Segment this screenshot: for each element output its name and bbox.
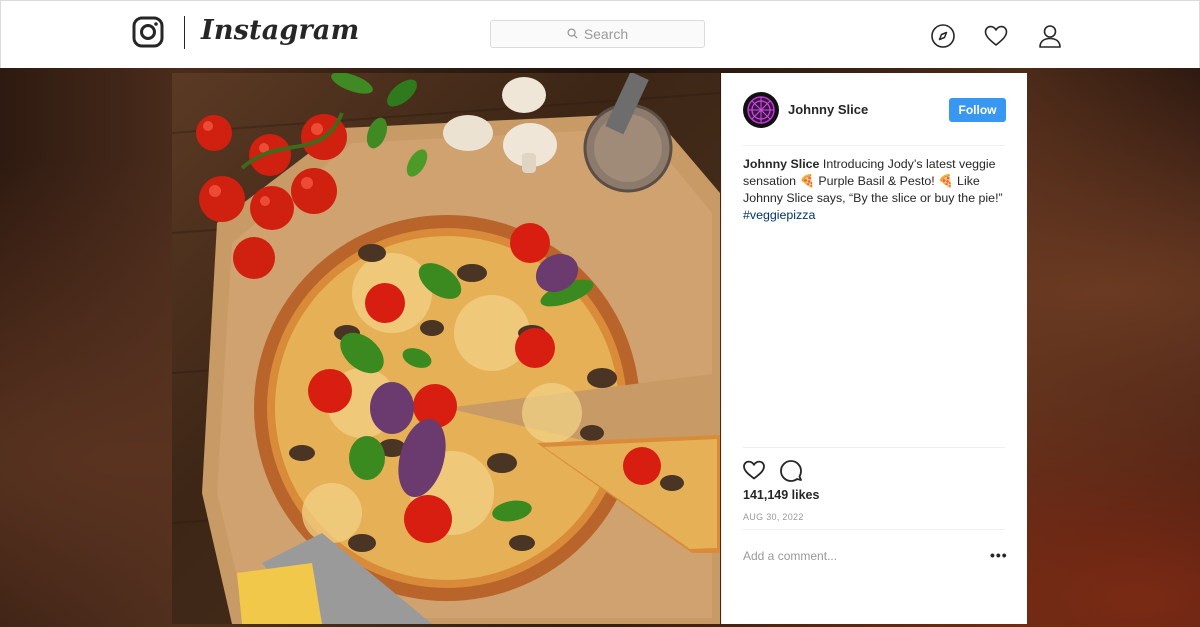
post-username[interactable]: Johnny Slice [788,102,868,117]
instagram-logo-icon[interactable] [132,16,164,48]
caption-hashtag[interactable]: #veggiepizza [743,208,815,222]
search-box[interactable]: Search [490,20,705,48]
comment-divider [743,529,1005,530]
add-comment-input[interactable] [743,548,973,564]
post-caption: Johnny Slice Introducing Jody’s latest v… [743,156,1008,224]
post-photo[interactable] [172,73,720,624]
top-navigation-bar: Instagram Search [0,0,1200,69]
comment-bubble-icon[interactable] [779,458,803,482]
compass-icon[interactable] [930,23,956,49]
more-options-icon[interactable]: ••• [990,548,1008,562]
pizza-logo-icon [747,96,775,124]
search-icon [567,26,578,42]
brand-divider [184,16,185,49]
header-divider [743,145,1005,146]
heart-icon[interactable] [983,23,1009,49]
instagram-wordmark[interactable]: Instagram [201,15,359,46]
search-placeholder: Search [583,26,629,42]
post-side-panel: Johnny Slice Follow Johnny Slice Introdu… [721,73,1027,624]
actions-divider [743,447,1005,448]
avatar[interactable] [743,92,779,128]
post-date: AUG 30, 2022 [743,512,804,522]
user-icon[interactable] [1037,23,1063,49]
likes-count[interactable]: 141,149 likes [743,488,819,502]
follow-button[interactable]: Follow [949,98,1006,122]
like-heart-icon[interactable] [742,458,766,482]
caption-author[interactable]: Johnny Slice [743,157,819,171]
